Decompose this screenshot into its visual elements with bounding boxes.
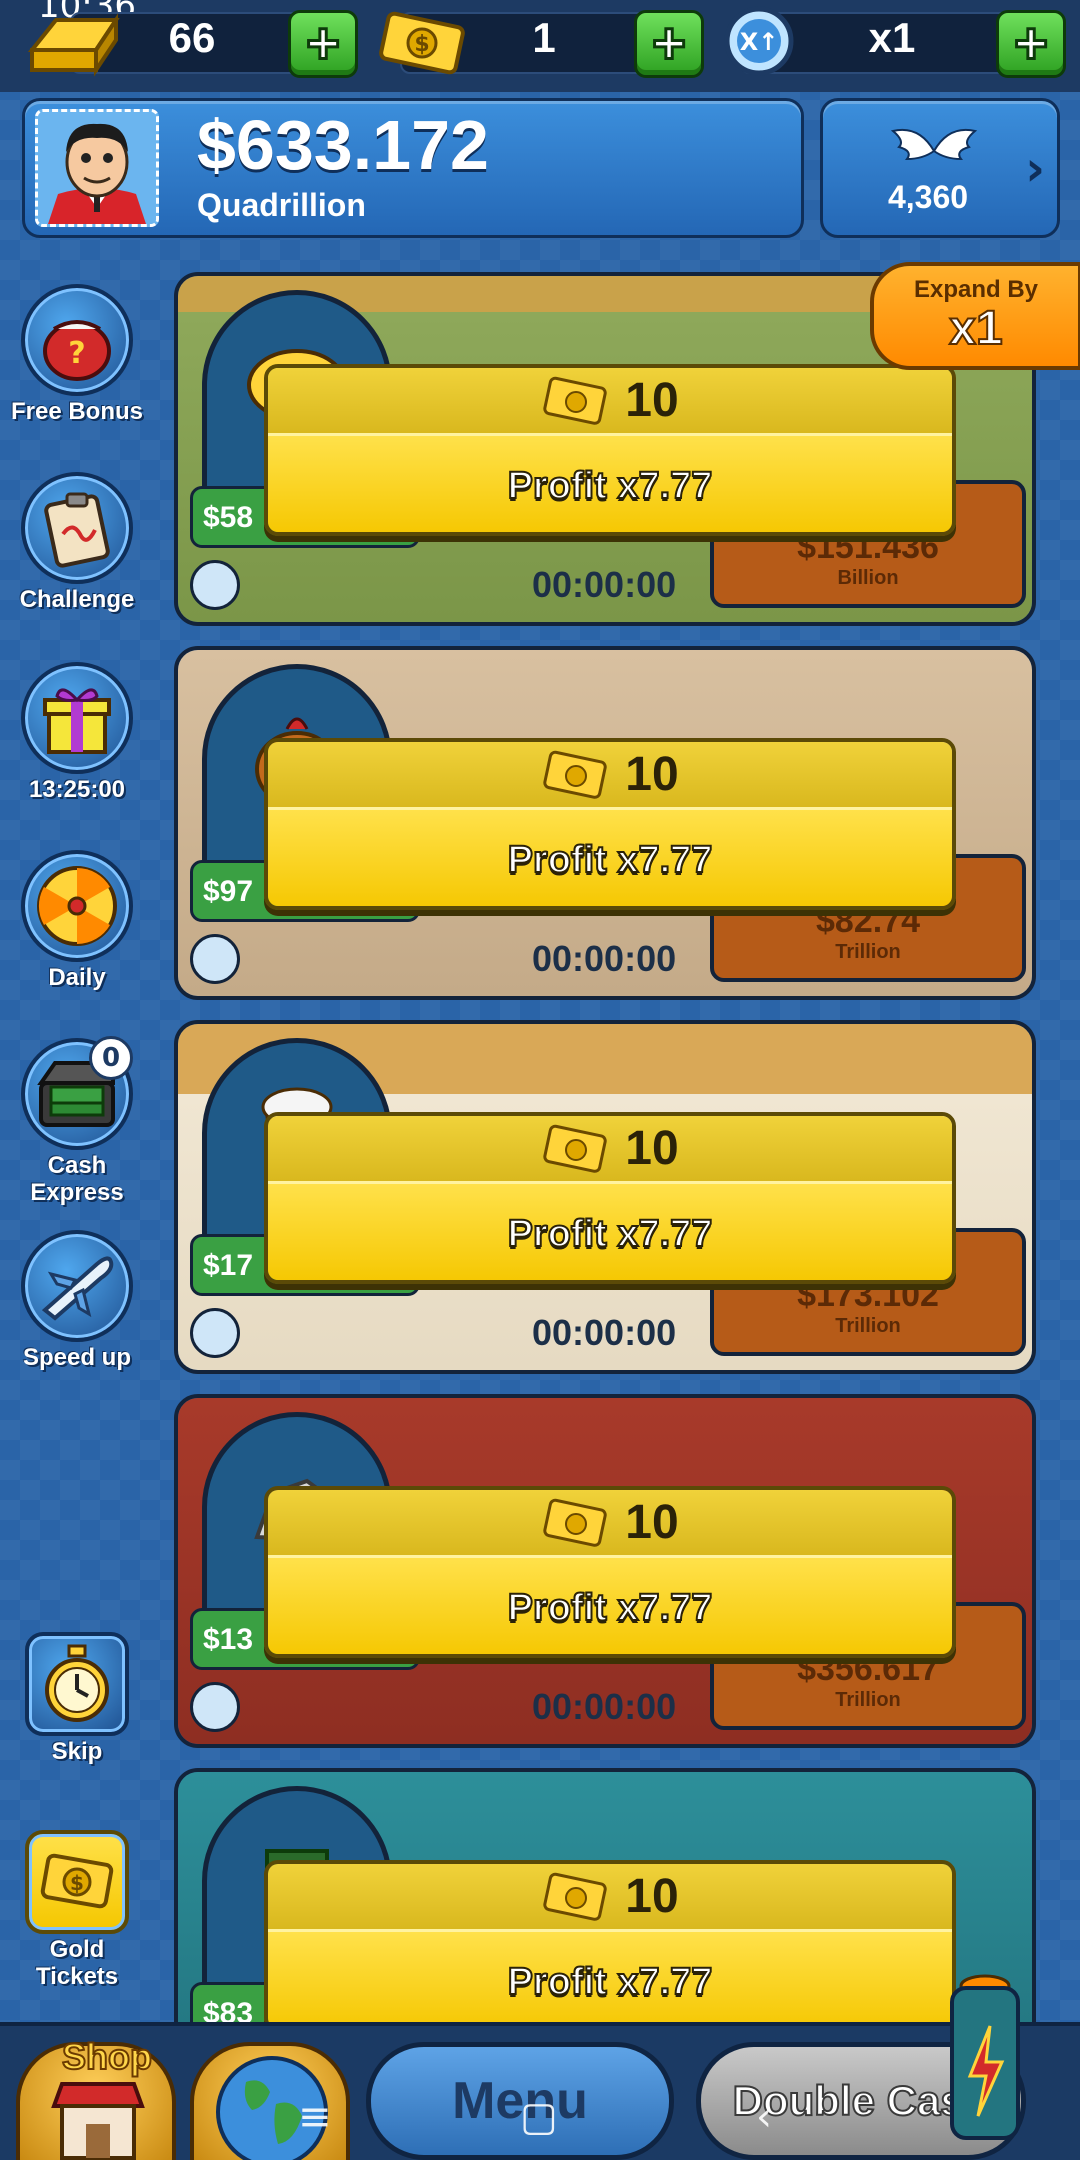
angel-count: 4,360	[887, 179, 969, 215]
gold-ticket-icon: $	[25, 1830, 129, 1934]
add-ticket-button[interactable]: +	[634, 10, 704, 78]
cash-express-label: Cash Express	[30, 1152, 124, 1206]
bottom-nav: Shop Menu Double Cash ≡ ▢ ‹	[0, 1974, 1080, 2160]
upgrade-offer[interactable]: 10 Profit x7.77	[264, 1860, 956, 2032]
expand-value: x1	[948, 302, 1003, 355]
cash-panel: $633.172 Quadrillion	[22, 98, 804, 238]
gift-button[interactable]: 13:25:00	[6, 662, 148, 803]
daily-label: Daily	[48, 964, 106, 991]
upgrade-offer[interactable]: 10 Profit x7.77	[264, 364, 956, 536]
upgrade-label: Profit x7.77	[507, 464, 714, 508]
gold-bar-icon	[27, 13, 120, 77]
briefcase-icon: 0	[21, 1036, 133, 1150]
gold-ticket-icon	[543, 1498, 608, 1547]
gift-timer: 13:25:00	[28, 776, 126, 803]
manager-avatar	[190, 560, 240, 610]
revenue-unit: Trillion	[835, 1315, 901, 1337]
plus-icon: +	[651, 11, 688, 76]
gold-tickets-button[interactable]: $ Gold Tickets	[6, 1830, 148, 1990]
home-icon[interactable]: ▢	[520, 2094, 558, 2140]
shop-button[interactable]: Shop	[16, 2035, 176, 2160]
challenge-label: Challenge	[19, 586, 135, 613]
svg-text:?: ?	[68, 336, 85, 371]
upgrade-offer[interactable]: 10 Profit x7.77	[264, 1112, 956, 1284]
upgrade-cost: 10	[625, 1496, 679, 1549]
cash-amount: $633.172	[197, 106, 489, 184]
free-bonus-label: Free Bonus	[10, 398, 144, 425]
svg-text:$: $	[414, 32, 429, 57]
upgrade-cost: 10	[625, 748, 679, 801]
skip-button[interactable]: Skip	[6, 1632, 148, 1765]
plus-icon: +	[305, 11, 342, 76]
expand-by-button[interactable]: Expand By x1	[870, 262, 1080, 370]
player-avatar[interactable]	[35, 109, 159, 227]
airplane-icon	[21, 1230, 133, 1342]
add-multiplier-button[interactable]: +	[996, 10, 1066, 78]
multiplier-icon: X↑	[724, 6, 794, 76]
gold-tickets-label: Gold Tickets	[35, 1936, 119, 1990]
upgrade-cost: 10	[625, 1870, 679, 1923]
revenue-unit: Billion	[837, 567, 899, 589]
cash-express-button[interactable]: 0 Cash Express	[6, 1036, 148, 1206]
business-timer: 00:00:00	[532, 564, 677, 605]
stopwatch-icon	[25, 1632, 129, 1736]
upgrade-cost: 10	[625, 374, 679, 427]
upgrade-offer[interactable]: 10 Profit x7.77	[264, 738, 956, 910]
challenge-button[interactable]: Challenge	[6, 472, 148, 613]
gold-ticket-icon	[543, 750, 608, 799]
angel-wings-icon	[890, 129, 978, 161]
gold-ticket-icon	[543, 1124, 608, 1173]
shop-label: Shop	[61, 2035, 153, 2078]
back-icon[interactable]: ‹	[756, 2094, 772, 2140]
add-gold-button[interactable]: +	[288, 10, 358, 78]
revenue-unit: Trillion	[835, 941, 901, 963]
ticket-value: 1	[532, 14, 556, 61]
upgrade-label: Profit x7.77	[507, 1212, 714, 1256]
upgrade-cost: 10	[625, 1122, 679, 1175]
tycoon-avatar-icon	[38, 112, 156, 224]
battery-icon	[950, 1974, 1020, 2140]
gold-ticket-icon	[543, 376, 608, 425]
revenue-unit: Trillion	[835, 1689, 901, 1711]
multiplier-value: x1	[868, 14, 916, 61]
business-card[interactable]: $17 00:00:00 $173.102 Trillion 10 Profit…	[174, 1020, 1036, 1374]
cash-unit: Quadrillion	[197, 187, 366, 223]
expand-title: Expand By	[913, 276, 1039, 303]
daily-wheel-button[interactable]: Daily	[6, 850, 148, 991]
upgrade-label: Profit x7.77	[507, 1586, 714, 1630]
skip-label: Skip	[51, 1738, 103, 1765]
plus-icon: +	[1013, 11, 1050, 76]
business-timer: 00:00:00	[532, 938, 677, 979]
business-timer: 00:00:00	[532, 1686, 677, 1727]
gold-ticket-icon: $	[379, 11, 465, 75]
bonus-bag-icon: ?	[21, 284, 133, 396]
speed-up-button[interactable]: Speed up	[6, 1230, 148, 1371]
free-bonus-button[interactable]: ? Free Bonus	[6, 284, 148, 425]
prize-wheel-icon	[21, 850, 133, 962]
svg-text:X↑: X↑	[740, 28, 779, 56]
angel-investors-button[interactable]: 4,360 ›	[820, 98, 1060, 238]
business-timer: 00:00:00	[532, 1312, 677, 1353]
gold-value: 66	[168, 14, 216, 61]
upgrade-offer[interactable]: 10 Profit x7.77	[264, 1486, 956, 1658]
business-card[interactable]: $97 00:00:00 $82.74 Trillion 10 Profit x…	[174, 646, 1036, 1000]
manager-avatar	[190, 1682, 240, 1732]
speed-up-label: Speed up	[22, 1344, 131, 1371]
manager-avatar	[190, 934, 240, 984]
manager-avatar	[190, 1308, 240, 1358]
cash-express-badge: 0	[89, 1036, 133, 1080]
resource-bar: 10:36 66 + $ 1 + X↑ x1 +	[0, 0, 1080, 92]
business-card[interactable]: $13 00:00:00 $356.617 Trillion 10 Profit…	[174, 1394, 1036, 1748]
shop-stall-icon	[51, 2082, 145, 2160]
upgrade-label: Profit x7.77	[507, 838, 714, 882]
clipboard-icon	[21, 472, 133, 584]
chevron-right-icon: ›	[1025, 141, 1045, 197]
gift-box-icon	[21, 662, 133, 774]
svg-text:$: $	[70, 1871, 84, 1895]
gold-ticket-icon	[543, 1872, 608, 1921]
recent-apps-icon[interactable]: ≡	[298, 2094, 332, 2140]
upgrade-label: Profit x7.77	[507, 1960, 714, 2004]
